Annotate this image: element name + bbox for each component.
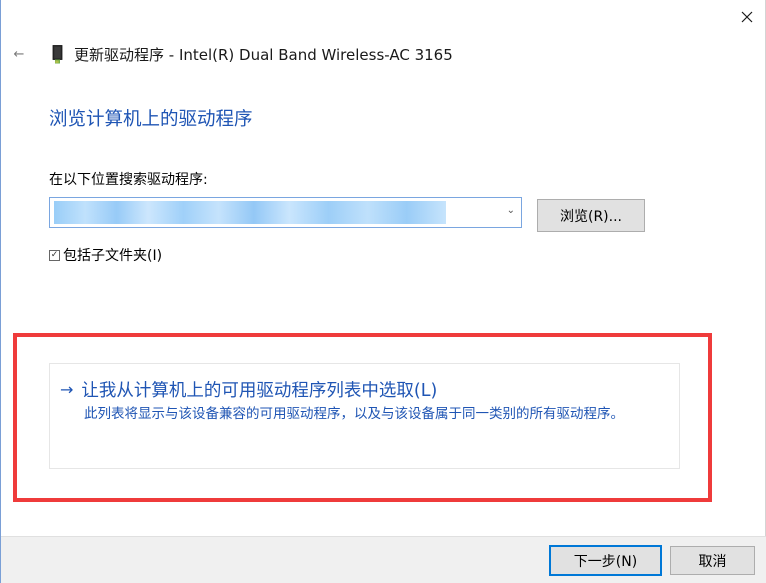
back-button[interactable]: ← [7, 42, 31, 66]
network-adapter-icon [52, 45, 63, 64]
pick-from-list-option[interactable]: → 让我从计算机上的可用驱动程序列表中选取(L) 此列表将显示与该设备兼容的可用… [49, 363, 680, 469]
close-icon [741, 11, 753, 23]
dialog-title: 更新驱动程序 - Intel(R) Dual Band Wireless-AC … [74, 46, 453, 64]
pick-from-list-description: 此列表将显示与该设备兼容的可用驱动程序，以及与该设备属于同一类别的所有驱动程序。 [84, 406, 624, 422]
page-heading: 浏览计算机上的驱动程序 [49, 109, 253, 130]
back-arrow-icon: ← [13, 46, 25, 62]
driver-path-input[interactable]: ⌄ [49, 197, 522, 228]
next-button[interactable]: 下一步(N) [549, 545, 662, 576]
cancel-button[interactable]: 取消 [670, 546, 755, 575]
redacted-path [54, 201, 446, 224]
arrow-right-icon: → [60, 380, 74, 399]
include-subfolders-checkbox[interactable]: ✓ 包括子文件夹(I) [49, 245, 162, 265]
footer-divider [1, 536, 766, 537]
browse-button[interactable]: 浏览(R)... [537, 199, 645, 232]
close-button[interactable] [727, 0, 766, 34]
update-driver-dialog: ← 更新驱动程序 - Intel(R) Dual Band Wireless-A… [0, 0, 766, 583]
search-location-label: 在以下位置搜索驱动程序: [49, 172, 208, 188]
include-subfolders-label: 包括子文件夹(I) [63, 248, 163, 264]
chevron-down-icon[interactable]: ⌄ [507, 205, 515, 216]
checkbox-icon[interactable]: ✓ [49, 249, 60, 261]
pick-from-list-title[interactable]: 让我从计算机上的可用驱动程序列表中选取(L) [81, 377, 437, 402]
